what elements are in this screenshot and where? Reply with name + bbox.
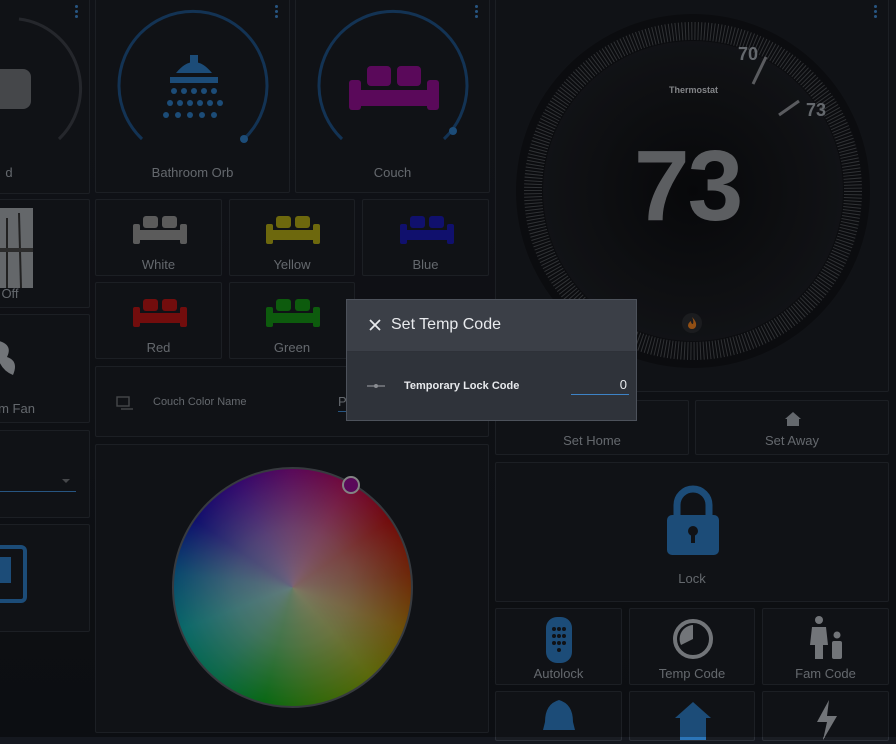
dialog-body: Temporary Lock Code xyxy=(347,352,636,420)
dialog-title: Set Temp Code xyxy=(391,316,501,333)
dialog-header: Set Temp Code xyxy=(347,300,636,352)
close-icon[interactable] xyxy=(367,317,383,333)
code-icon xyxy=(367,384,385,388)
temp-lock-code-label: Temporary Lock Code xyxy=(404,380,520,392)
set-temp-code-dialog: Set Temp Code Temporary Lock Code xyxy=(346,299,637,421)
temp-lock-code-input[interactable] xyxy=(571,374,629,395)
